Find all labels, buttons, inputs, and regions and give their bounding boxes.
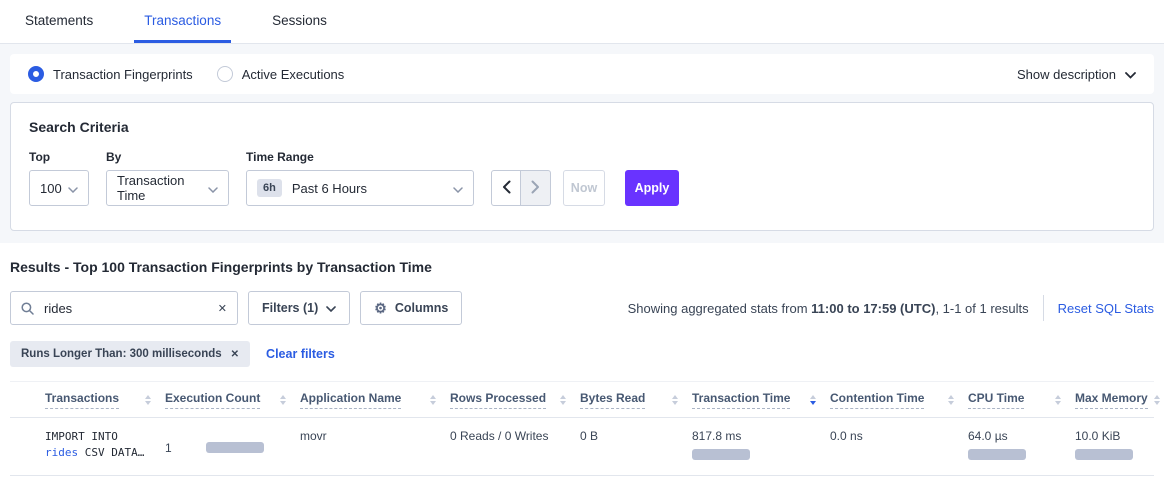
sort-desc-icon xyxy=(810,395,816,405)
time-window-nav xyxy=(491,170,551,206)
show-description-label: Show description xyxy=(1017,67,1116,82)
search-input[interactable] xyxy=(42,300,212,317)
view-toggle-bar: Transaction Fingerprints Active Executio… xyxy=(10,54,1154,94)
max-memory-bar xyxy=(1075,449,1133,460)
sort-icon xyxy=(1154,395,1160,405)
time-range-label: Time Range xyxy=(246,150,474,164)
sort-icon xyxy=(948,395,954,405)
transaction-time-bar xyxy=(692,449,750,460)
filter-chip: Runs Longer Than: 300 milliseconds ✕ xyxy=(10,341,250,367)
radio-label: Active Executions xyxy=(242,67,345,82)
clear-search-icon[interactable]: ✕ xyxy=(212,302,227,315)
column-header-max-memory[interactable]: Max Memory xyxy=(1075,382,1154,417)
chevron-down-icon xyxy=(453,181,463,196)
transaction-link[interactable]: rides xyxy=(45,446,78,459)
sql-activity-page: Statements Transactions Sessions Transac… xyxy=(0,0,1164,476)
cell-contention-time: 0.0 ns xyxy=(830,429,968,466)
cpu-time-bar xyxy=(968,449,1026,460)
tab-statements[interactable]: Statements xyxy=(15,0,103,43)
results-table: Transactions Execution Count Application… xyxy=(10,381,1154,476)
time-prev-button[interactable] xyxy=(491,170,521,206)
show-description-toggle[interactable]: Show description xyxy=(1017,67,1136,82)
top-select[interactable]: 100 xyxy=(29,170,89,206)
sort-icon xyxy=(280,395,286,405)
now-button[interactable]: Now xyxy=(563,170,605,206)
search-criteria-card: Search Criteria Top 100 By Transaction T… xyxy=(10,102,1154,231)
column-header-execution-count[interactable]: Execution Count xyxy=(165,382,300,417)
cell-cpu-time: 64.0 µs xyxy=(968,429,1075,466)
time-range-select[interactable]: 6h Past 6 Hours xyxy=(246,170,474,206)
sort-icon xyxy=(672,395,678,405)
aggregated-stats-text: Showing aggregated stats from 11:00 to 1… xyxy=(628,301,1029,316)
tab-transactions[interactable]: Transactions xyxy=(134,0,231,43)
cell-transaction-fingerprint: IMPORT INTO rides CSV DATA… xyxy=(45,429,165,466)
page-tabs: Statements Transactions Sessions xyxy=(0,0,1164,44)
remove-filter-icon[interactable]: ✕ xyxy=(231,349,239,360)
column-header-bytes-read[interactable]: Bytes Read xyxy=(580,382,692,417)
radio-label: Transaction Fingerprints xyxy=(53,67,193,82)
stats-time-range: 11:00 to 17:59 (UTC) xyxy=(811,301,935,316)
time-next-button[interactable] xyxy=(521,170,551,206)
time-range-field: Time Range 6h Past 6 Hours xyxy=(246,150,474,206)
columns-button-label: Columns xyxy=(395,301,448,315)
column-header-rows-processed[interactable]: Rows Processed xyxy=(450,382,580,417)
results-section: Results - Top 100 Transaction Fingerprin… xyxy=(0,243,1164,476)
table-row[interactable]: IMPORT INTO rides CSV DATA… 1 movr 0 Rea… xyxy=(10,418,1154,476)
radio-transaction-fingerprints[interactable]: Transaction Fingerprints xyxy=(28,66,193,82)
gear-icon: ⚙ xyxy=(374,301,387,315)
active-filters-row: Runs Longer Than: 300 milliseconds ✕ Cle… xyxy=(10,341,1154,367)
chevron-down-icon xyxy=(1125,67,1136,82)
by-select-value: Transaction Time xyxy=(117,173,208,203)
chevron-down-icon xyxy=(68,181,78,196)
criteria-section: Transaction Fingerprints Active Executio… xyxy=(0,44,1164,243)
column-header-transactions[interactable]: Transactions xyxy=(45,382,165,417)
chevron-right-icon xyxy=(531,180,540,197)
time-range-value: Past 6 Hours xyxy=(292,181,367,196)
results-heading: Results - Top 100 Transaction Fingerprin… xyxy=(10,259,1154,275)
chevron-down-icon xyxy=(326,301,336,315)
column-header-contention-time[interactable]: Contention Time xyxy=(830,382,968,417)
tab-sessions[interactable]: Sessions xyxy=(262,0,337,43)
apply-button[interactable]: Apply xyxy=(625,170,679,206)
sort-icon xyxy=(560,395,566,405)
clear-filters-link[interactable]: Clear filters xyxy=(266,347,335,361)
chevron-down-icon xyxy=(208,181,218,196)
cell-transaction-time: 817.8 ms xyxy=(692,429,830,466)
cell-bytes-read: 0 B xyxy=(580,429,692,466)
cell-application-name: movr xyxy=(300,429,450,466)
search-criteria-controls: Top 100 By Transaction Time xyxy=(29,150,1135,206)
radio-unselected-icon xyxy=(217,66,233,82)
column-header-application-name[interactable]: Application Name xyxy=(300,382,450,417)
column-header-cpu-time[interactable]: CPU Time xyxy=(968,382,1075,417)
top-select-value: 100 xyxy=(40,181,62,196)
by-select[interactable]: Transaction Time xyxy=(106,170,229,206)
columns-button[interactable]: ⚙ Columns xyxy=(360,291,462,325)
execution-count-bar xyxy=(206,442,264,453)
cell-max-memory: 10.0 KiB xyxy=(1075,429,1154,466)
radio-active-executions[interactable]: Active Executions xyxy=(217,66,345,82)
results-controls-row: ✕ Filters (1) ⚙ Columns Showing aggregat… xyxy=(10,291,1154,325)
chevron-left-icon xyxy=(502,180,511,197)
sort-icon xyxy=(1055,395,1061,405)
cell-execution-count: 1 xyxy=(165,429,300,466)
by-field: By Transaction Time xyxy=(106,150,229,206)
sort-icon xyxy=(145,395,151,405)
cell-rows-processed: 0 Reads / 0 Writes xyxy=(450,429,580,466)
vertical-divider xyxy=(1043,295,1044,321)
search-icon xyxy=(21,302,34,315)
time-range-badge: 6h xyxy=(257,179,282,197)
radio-selected-icon xyxy=(28,66,44,82)
by-label: By xyxy=(106,150,229,164)
reset-sql-stats-link[interactable]: Reset SQL Stats xyxy=(1058,301,1154,316)
filter-chip-label: Runs Longer Than: 300 milliseconds xyxy=(21,348,222,360)
search-criteria-title: Search Criteria xyxy=(29,119,1135,135)
top-label: Top xyxy=(29,150,89,164)
search-input-wrapper: ✕ xyxy=(10,291,238,325)
column-header-transaction-time[interactable]: Transaction Time xyxy=(692,382,830,417)
filters-button-label: Filters (1) xyxy=(262,301,318,315)
filters-button[interactable]: Filters (1) xyxy=(248,291,350,325)
sort-icon xyxy=(430,395,436,405)
table-header-row: Transactions Execution Count Application… xyxy=(10,382,1154,418)
top-field: Top 100 xyxy=(29,150,89,206)
